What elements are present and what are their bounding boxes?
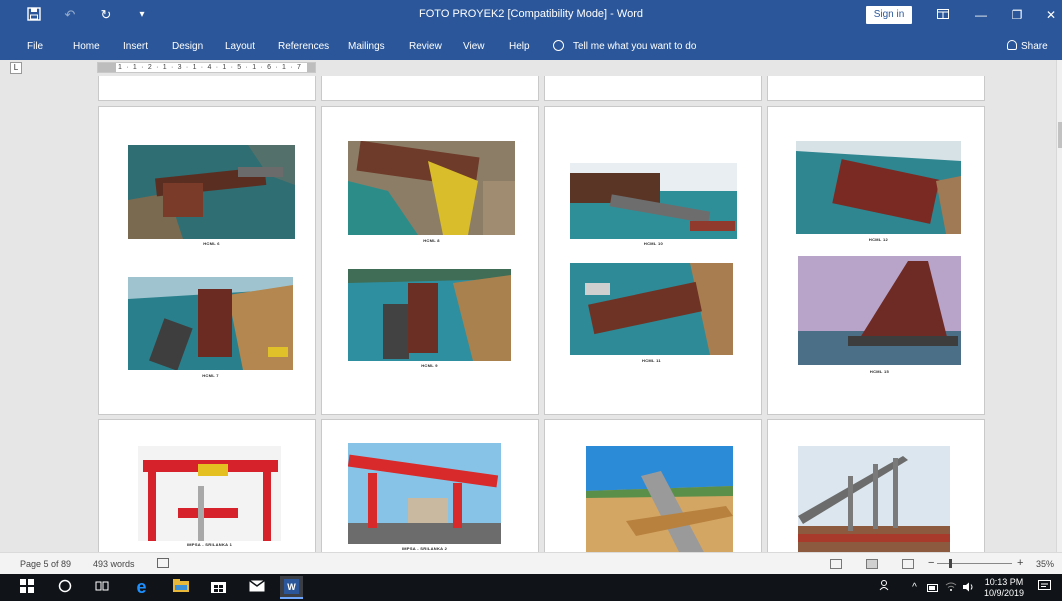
tab-selector[interactable]: L: [10, 62, 22, 74]
page: HCML 8 HCML 9: [321, 106, 539, 415]
photo-caption: IMPSA - SRILANKA 1: [186, 542, 233, 547]
page: IMPSA - SRILANKA 1: [98, 419, 316, 552]
web-layout-icon[interactable]: [902, 559, 914, 569]
chevron-up-icon[interactable]: ^: [906, 579, 923, 596]
page-count[interactable]: Page 5 of 89: [20, 559, 71, 569]
windows-start-icon[interactable]: [18, 579, 35, 596]
photo-hcml-15[interactable]: [798, 256, 961, 365]
photo-caption: HCML 6: [203, 241, 220, 246]
tab-review[interactable]: Review: [409, 41, 442, 52]
search-circle-icon[interactable]: [56, 579, 73, 596]
status-bar: Page 5 of 89 493 words − + 35%: [0, 552, 1062, 574]
minimize-icon[interactable]: —: [972, 6, 990, 24]
tab-mailings[interactable]: Mailings: [348, 41, 385, 52]
photo-caption: HCML 12: [868, 237, 889, 242]
photo-caption: HCML 11: [642, 358, 661, 363]
photo-hcml-9[interactable]: [348, 269, 511, 361]
photo-conveyor-1[interactable]: [586, 446, 733, 552]
page: HCML 6 HCML 7: [98, 106, 316, 415]
tab-home[interactable]: Home: [73, 41, 100, 52]
title-bar: ↶ ↻ ▾ FOTO PROYEK2 [Compatibility Mode] …: [0, 0, 1062, 30]
photo-impsa-srilanka-1[interactable]: [138, 446, 281, 541]
wifi-icon[interactable]: [942, 579, 959, 596]
photo-hcml-7[interactable]: [128, 277, 293, 370]
ruler-numbers: 1 · 1 · 2 · 1 · 3 · 1 · 4 · 1 · 5 · 1 · …: [118, 64, 303, 71]
tab-references[interactable]: References: [278, 41, 329, 52]
vertical-scrollbar[interactable]: [1056, 60, 1062, 552]
tab-layout[interactable]: Layout: [225, 41, 255, 52]
ruler-left-margin: [98, 63, 116, 72]
photo-caption: HCML 15: [869, 369, 890, 374]
tell-me-search[interactable]: Tell me what you want to do: [573, 41, 696, 52]
ruler-right-margin: [307, 63, 315, 72]
ribbon-display-options-icon[interactable]: [934, 6, 952, 24]
person-icon: [1007, 40, 1017, 50]
page: [98, 76, 316, 101]
photo-hcml-10[interactable]: [570, 163, 737, 239]
tab-view[interactable]: View: [463, 41, 485, 52]
file-explorer-icon[interactable]: [172, 579, 189, 596]
battery-icon[interactable]: [924, 579, 941, 596]
page: [767, 419, 985, 552]
zoom-out-button[interactable]: −: [928, 557, 934, 569]
tab-file[interactable]: File: [27, 41, 43, 52]
windows-taskbar: e W ^ 10:13 PM 10/9/2019: [0, 574, 1062, 601]
photo-caption: IMPSA - SRILANKA 2: [401, 546, 448, 551]
mail-icon[interactable]: [248, 579, 265, 596]
close-icon[interactable]: ✕: [1042, 6, 1060, 24]
ribbon-tabs: File Home Insert Design Layout Reference…: [0, 30, 1062, 60]
page: HCML 12 HCML 15: [767, 106, 985, 415]
photo-caption: HCML 8: [423, 238, 440, 243]
page: [544, 76, 762, 101]
tab-design[interactable]: Design: [172, 41, 203, 52]
store-icon[interactable]: [210, 579, 227, 596]
photo-caption: HCML 7: [202, 373, 219, 378]
photo-impsa-srilanka-2[interactable]: [348, 443, 501, 544]
page: [544, 419, 762, 552]
system-clock[interactable]: 10:13 PM 10/9/2019: [984, 577, 1024, 599]
page: IMPSA - SRILANKA 2: [321, 419, 539, 552]
photo-caption: HCML 10: [643, 241, 664, 246]
task-view-icon[interactable]: [93, 579, 110, 596]
restore-icon[interactable]: ❐: [1008, 6, 1026, 24]
horizontal-ruler[interactable]: 1 · 1 · 2 · 1 · 3 · 1 · 4 · 1 · 5 · 1 · …: [97, 62, 316, 73]
zoom-slider-thumb[interactable]: [949, 559, 952, 568]
clock-date: 10/9/2019: [984, 588, 1025, 598]
action-center-icon[interactable]: [1036, 579, 1053, 596]
clock-time: 10:13 PM: [984, 577, 1024, 587]
photo-conveyor-2[interactable]: [798, 446, 950, 552]
scrollbar-thumb[interactable]: [1058, 122, 1062, 148]
zoom-level[interactable]: 35%: [1036, 559, 1054, 569]
word-count[interactable]: 493 words: [93, 559, 135, 569]
photo-hcml-8[interactable]: [348, 141, 515, 235]
lightbulb-icon: [553, 40, 564, 51]
read-mode-icon[interactable]: [830, 559, 842, 569]
print-layout-icon[interactable]: [866, 559, 878, 569]
sign-in-button[interactable]: Sign in: [866, 6, 912, 24]
zoom-in-button[interactable]: +: [1017, 557, 1023, 569]
page: HCML 10 HCML 11: [544, 106, 762, 415]
page: [767, 76, 985, 101]
tab-insert[interactable]: Insert: [123, 41, 148, 52]
share-button[interactable]: Share: [1021, 41, 1048, 52]
proofing-icon[interactable]: [157, 558, 169, 568]
photo-hcml-12[interactable]: [796, 141, 961, 234]
photo-hcml-6[interactable]: [128, 145, 295, 239]
volume-icon[interactable]: [960, 579, 977, 596]
document-canvas[interactable]: HCML 6 HCML 7 HCML 8 HCML 9 HCML 10 HCML…: [0, 76, 1056, 552]
photo-hcml-11[interactable]: [570, 263, 733, 355]
word-taskbar-button[interactable]: W: [280, 576, 303, 599]
photo-caption: HCML 9: [421, 363, 438, 368]
people-icon[interactable]: [876, 579, 893, 596]
svg-text:W: W: [287, 582, 296, 592]
edge-browser-icon[interactable]: e: [133, 578, 150, 596]
tab-help[interactable]: Help: [509, 41, 530, 52]
page: [321, 76, 539, 101]
